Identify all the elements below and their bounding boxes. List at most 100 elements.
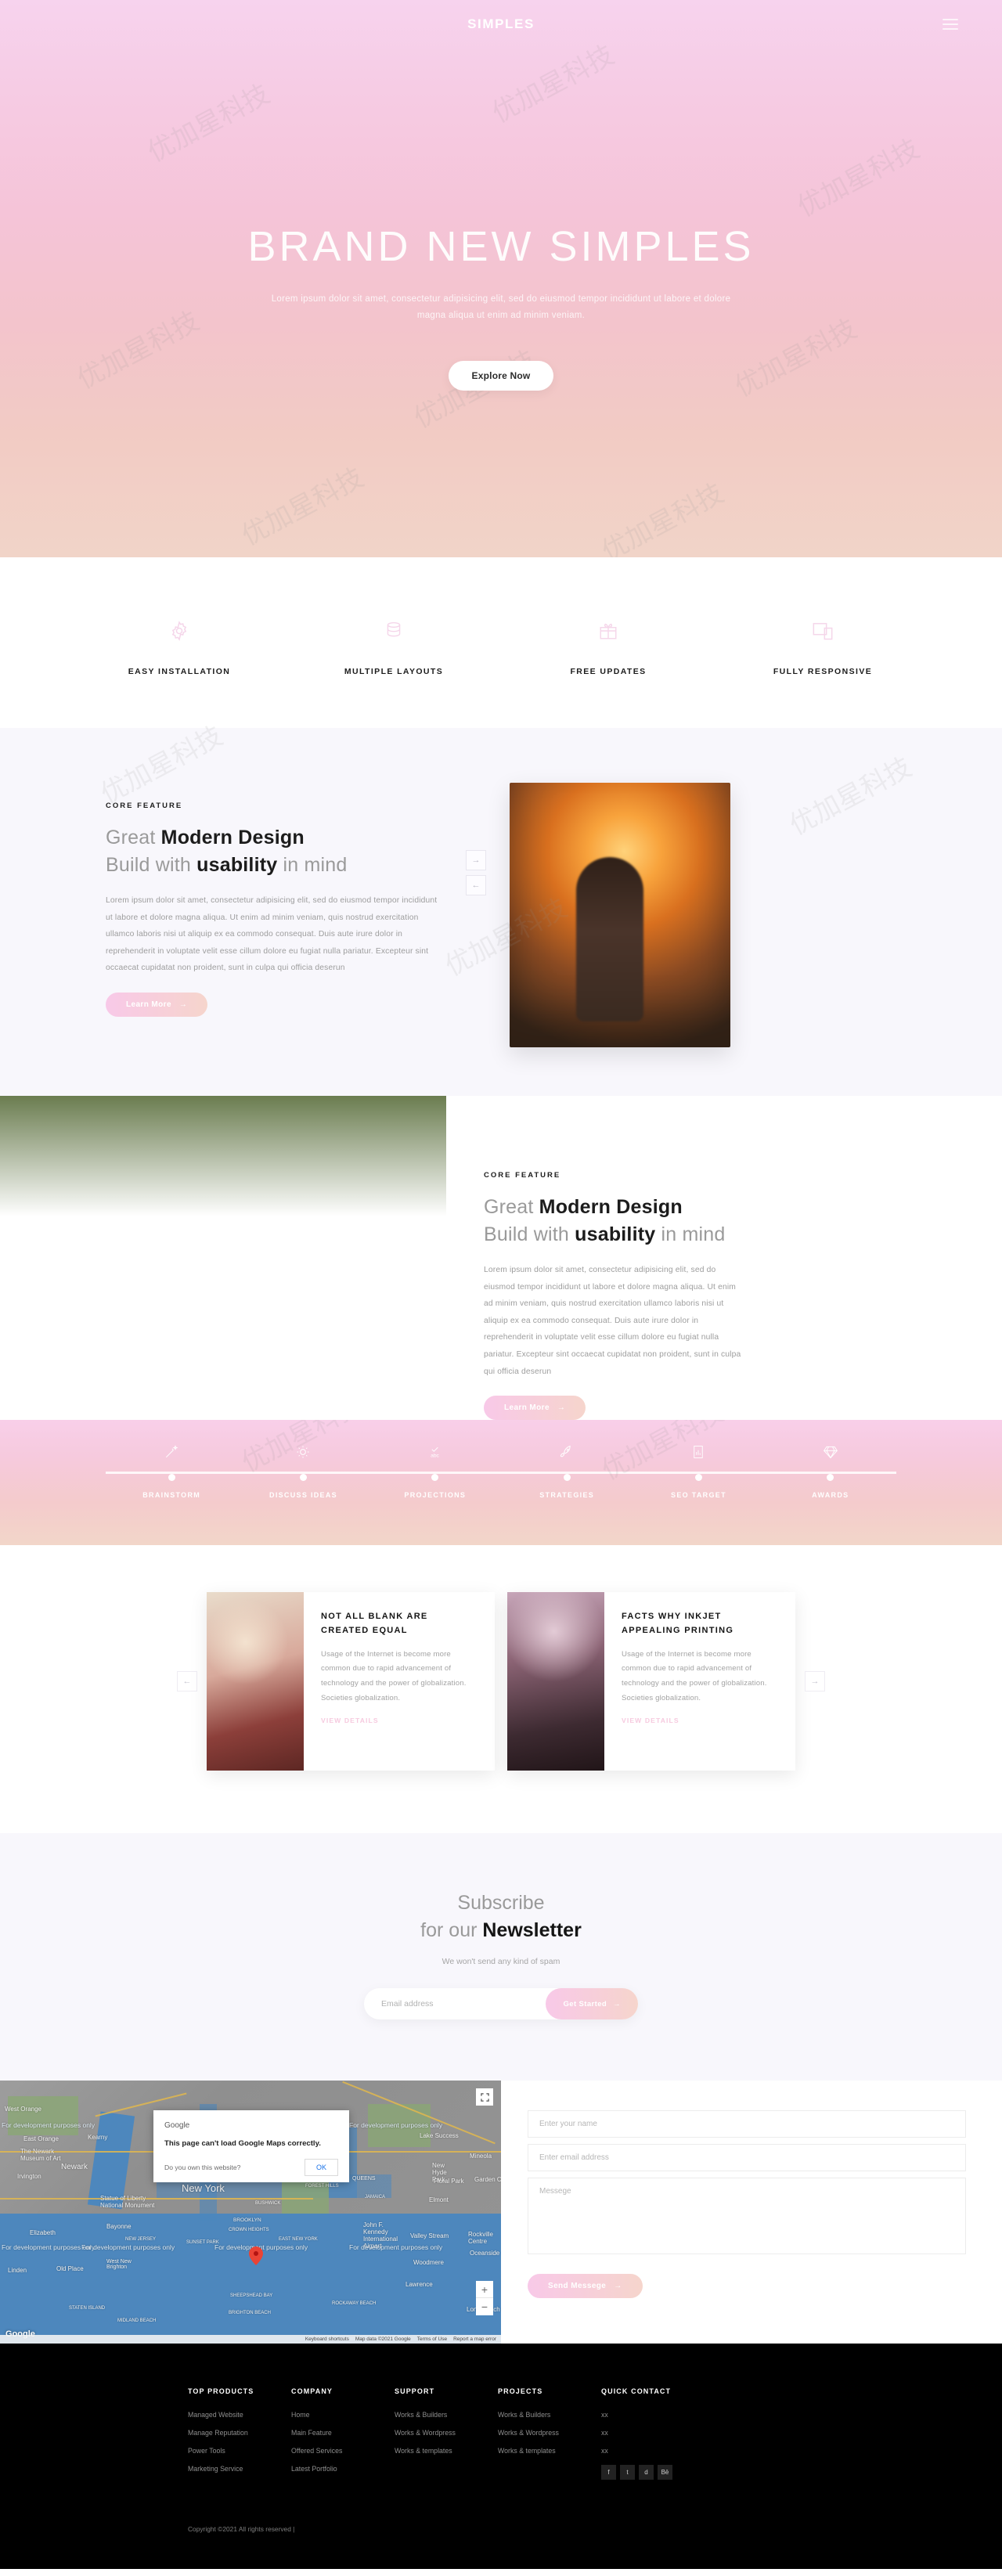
- feature-label: FREE UPDATES: [570, 667, 647, 676]
- hero-subtitle: Lorem ipsum dolor sit amet, consectetur …: [271, 294, 731, 321]
- timeline-step-strategies[interactable]: STRATEGIES: [501, 1440, 633, 1499]
- footer-link[interactable]: Works & Builders: [498, 2411, 601, 2419]
- blog-prev-button[interactable]: ←: [177, 1671, 197, 1692]
- map-label: Old Place: [56, 2265, 84, 2273]
- timeline-step-brainstorm[interactable]: BRAINSTORM: [106, 1440, 237, 1499]
- map-label: SHEEPSHEAD BAY: [230, 2293, 273, 2299]
- footer-link[interactable]: Marketing Service: [188, 2465, 291, 2473]
- feature-item-multiple-layouts[interactable]: MULTIPLE LAYOUTS: [327, 615, 460, 676]
- footer-link[interactable]: Home: [291, 2411, 395, 2419]
- learn-more-button[interactable]: Learn More →: [106, 993, 208, 1018]
- attribution-item[interactable]: Report a map error: [453, 2336, 496, 2342]
- footer-link[interactable]: Manage Reputation: [188, 2429, 291, 2437]
- core-feature-section-1: 优加星科技 优加星科技 优加星科技 CORE FEATURE Great Mod…: [0, 720, 1002, 1096]
- fullscreen-icon[interactable]: [476, 2088, 493, 2106]
- heading-part: Build with: [106, 853, 197, 876]
- twitter-icon[interactable]: t: [620, 2465, 635, 2481]
- newsletter-heading: Subscribe for our Newsletter: [0, 1890, 1002, 1944]
- dribbble-icon[interactable]: d: [639, 2465, 654, 2481]
- timeline-dot: [299, 1474, 307, 1482]
- footer-column-title: TOP PRODUCTS: [188, 2387, 254, 2396]
- map-label: NEW JERSEY: [125, 2237, 157, 2243]
- newsletter-section: Subscribe for our Newsletter We won't se…: [0, 1833, 1002, 2081]
- footer-link[interactable]: Latest Portfolio: [291, 2465, 395, 2473]
- carousel-next-button[interactable]: →: [466, 850, 486, 870]
- map-label: Lake Success: [420, 2132, 459, 2140]
- facebook-icon[interactable]: f: [601, 2465, 616, 2481]
- heading-strong: Modern Design: [539, 1196, 683, 1218]
- footer-contact-value[interactable]: xx: [601, 2447, 726, 2455]
- footer-contact-value[interactable]: xx: [601, 2429, 726, 2437]
- hamburger-icon[interactable]: [943, 19, 958, 33]
- carousel-prev-button[interactable]: ←: [466, 875, 486, 895]
- feature-item-easy-installation[interactable]: EASY INSTALLATION: [113, 615, 246, 676]
- dialog-ok-button[interactable]: OK: [304, 2159, 338, 2177]
- map-label: West New Brighton: [106, 2259, 132, 2271]
- message-textarea[interactable]: [528, 2178, 966, 2255]
- footer-link[interactable]: Works & Builders: [395, 2411, 498, 2419]
- footer-link[interactable]: Managed Website: [188, 2411, 291, 2419]
- footer-link[interactable]: Works & templates: [498, 2447, 601, 2455]
- core-feature-image-2: [0, 1096, 446, 1412]
- footer-link[interactable]: Works & templates: [395, 2447, 498, 2455]
- google-map[interactable]: West Orange East Orange Kearny Newark Th…: [0, 2081, 501, 2344]
- timeline-step-discuss-ideas[interactable]: DISCUSS IDEAS: [237, 1440, 369, 1499]
- explore-now-button[interactable]: Explore Now: [448, 360, 554, 391]
- attribution-item[interactable]: Keyboard shortcuts: [305, 2336, 349, 2342]
- timeline-step-seo-target[interactable]: SEO TARGET: [633, 1440, 764, 1499]
- carousel-arrows: → ←: [466, 783, 486, 895]
- footer-column-title: PROJECTS: [498, 2387, 543, 2396]
- footer-link[interactable]: Works & Wordpress: [395, 2429, 498, 2437]
- blog-next-button[interactable]: →: [805, 1671, 825, 1692]
- heading-part: in mind: [277, 853, 348, 876]
- footer-link[interactable]: Main Feature: [291, 2429, 395, 2437]
- view-details-link[interactable]: VIEW DETAILS: [321, 1717, 379, 1724]
- feature-item-free-updates[interactable]: FREE UPDATES: [542, 615, 675, 676]
- map-label: Floral Park: [434, 2178, 464, 2185]
- feature-item-fully-responsive[interactable]: FULLY RESPONSIVE: [756, 615, 889, 676]
- timeline-step-projections[interactable]: abc PROJECTIONS: [369, 1440, 501, 1499]
- footer-contact-value[interactable]: xx: [601, 2411, 726, 2419]
- view-details-link[interactable]: VIEW DETAILS: [622, 1717, 679, 1724]
- heading-part: in mind: [655, 1223, 726, 1245]
- timeline-step-awards[interactable]: AWARDS: [765, 1440, 896, 1499]
- heading-strong: Modern Design: [160, 827, 305, 848]
- map-label: BUSHWICK: [255, 2201, 281, 2207]
- arrow-right-icon: →: [557, 1403, 566, 1413]
- send-message-button[interactable]: Send Messege →: [528, 2274, 643, 2299]
- map-label: East Orange: [23, 2135, 59, 2143]
- map-label: BROOKLYN: [233, 2218, 261, 2224]
- map-label: EAST NEW YORK: [279, 2237, 318, 2243]
- attribution-item[interactable]: Terms of Use: [417, 2336, 447, 2342]
- map-dev-watermark: For development purposes only: [2, 2121, 96, 2130]
- attribution-item: Map data ©2021 Google: [355, 2336, 411, 2343]
- newsletter-heading-strong: Newsletter: [482, 1919, 582, 1942]
- map-label: CROWN HEIGHTS: [229, 2228, 269, 2233]
- blog-card[interactable]: FACTS WHY INKJET APPEALING PRINTING Usag…: [507, 1592, 795, 1771]
- footer-link[interactable]: Works & Wordpress: [498, 2429, 601, 2437]
- timeline-dot: [827, 1474, 834, 1482]
- footer-column-support: SUPPORT Works & Builders Works & Wordpre…: [395, 2387, 498, 2483]
- blog-card-text: Usage of the Internet is become more com…: [321, 1649, 467, 1702]
- timeline-dot: [431, 1474, 439, 1482]
- learn-more-button[interactable]: Learn More →: [484, 1396, 586, 1421]
- arrow-right-icon: →: [613, 1999, 621, 2009]
- behance-icon[interactable]: Bē: [658, 2465, 672, 2481]
- zoom-out-button[interactable]: −: [476, 2298, 493, 2315]
- map-marker-icon: [249, 2246, 263, 2266]
- zoom-in-button[interactable]: +: [476, 2281, 493, 2299]
- name-input[interactable]: [528, 2110, 966, 2138]
- footer-link[interactable]: Power Tools: [188, 2447, 291, 2455]
- map-label: The Newark Museum of Art: [20, 2148, 61, 2163]
- brand-logo[interactable]: SIMPLES: [467, 16, 535, 32]
- process-timeline-section: 优加星科技 优加星科技 BRAINSTORM DISCUSS IDEAS abc…: [0, 1420, 1002, 1546]
- newsletter-email-input[interactable]: [381, 1999, 546, 2009]
- blog-card-text: Usage of the Internet is become more com…: [622, 1649, 767, 1702]
- layers-icon: [327, 615, 460, 647]
- email-input[interactable]: [528, 2144, 966, 2172]
- get-started-button[interactable]: Get Started →: [546, 1988, 638, 2020]
- footer-link[interactable]: Offered Services: [291, 2447, 395, 2455]
- blog-card[interactable]: NOT ALL BLANK ARE CREATED EQUAL Usage of…: [207, 1592, 495, 1771]
- map-zoom-controls[interactable]: + −: [476, 2281, 493, 2316]
- map-label: JAMAICA: [365, 2195, 386, 2200]
